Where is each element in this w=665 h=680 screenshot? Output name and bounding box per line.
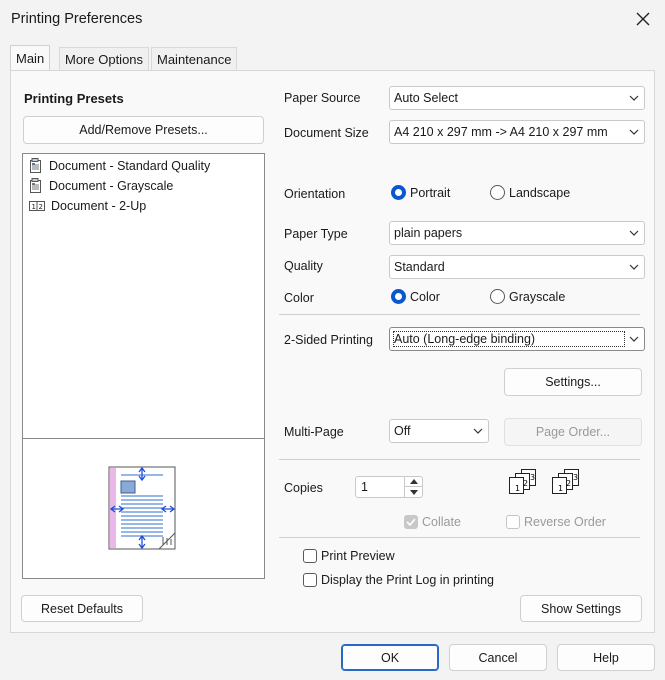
triangle-up-icon xyxy=(409,479,418,484)
list-item[interactable]: 1 2 Document - 2-Up xyxy=(29,196,264,216)
paper-type-label: Paper Type xyxy=(284,227,348,241)
show-settings-button[interactable]: Show Settings xyxy=(520,595,642,622)
close-icon xyxy=(636,12,650,26)
print-preview-checkbox[interactable]: Print Preview xyxy=(303,549,395,563)
copies-down-button[interactable] xyxy=(404,487,422,497)
svg-text:1: 1 xyxy=(558,484,563,493)
reset-defaults-button[interactable]: Reset Defaults xyxy=(21,595,143,622)
print-log-checkbox[interactable]: Display the Print Log in printing xyxy=(303,573,494,587)
copies-value: 1 xyxy=(361,480,368,494)
quality-select[interactable]: Standard xyxy=(389,255,645,279)
page-order-button[interactable]: Page Order... xyxy=(504,418,642,446)
svg-text:3: 3 xyxy=(530,473,535,482)
paper-source-select[interactable]: Auto Select xyxy=(389,86,645,110)
svg-text:2: 2 xyxy=(523,479,528,488)
copies-label: Copies xyxy=(284,481,323,495)
chevron-down-icon xyxy=(629,95,639,101)
page-preview xyxy=(22,438,265,579)
ok-button[interactable]: OK xyxy=(341,644,439,671)
collate-order-icon: 3 2 1 xyxy=(552,469,579,494)
svg-text:1: 1 xyxy=(515,484,520,493)
two-sided-select[interactable]: Auto (Long-edge binding) xyxy=(389,327,645,351)
color-label: Color xyxy=(284,291,314,305)
presets-heading: Printing Presets xyxy=(24,91,124,106)
document-preset-icon xyxy=(30,158,41,173)
list-item[interactable]: Document - Grayscale xyxy=(29,176,264,196)
chevron-down-icon xyxy=(629,336,639,342)
divider xyxy=(279,314,640,315)
paper-source-label: Paper Source xyxy=(284,91,361,105)
add-remove-presets-button[interactable]: Add/Remove Presets... xyxy=(23,116,264,144)
cancel-button[interactable]: Cancel xyxy=(449,644,547,671)
page-layout-preview-icon xyxy=(108,466,176,550)
svg-text:1: 1 xyxy=(32,203,36,211)
help-button[interactable]: Help xyxy=(557,644,655,671)
svg-text:2: 2 xyxy=(566,479,571,488)
two-sided-label: 2-Sided Printing xyxy=(284,333,373,347)
orientation-label: Orientation xyxy=(284,187,346,201)
tab-main[interactable]: Main xyxy=(10,45,51,71)
window-title: Printing Preferences xyxy=(11,11,143,27)
presets-list[interactable]: Document - Standard Quality Document - G… xyxy=(22,153,265,439)
portrait-radio[interactable]: Portrait xyxy=(391,185,450,200)
triangle-down-icon xyxy=(409,489,418,495)
multi-page-select[interactable]: Off xyxy=(389,419,489,443)
chevron-down-icon xyxy=(629,230,639,236)
svg-text:2: 2 xyxy=(39,203,43,211)
grayscale-preset-icon xyxy=(30,178,41,193)
list-item[interactable]: Document - Standard Quality xyxy=(29,156,264,176)
divider xyxy=(279,537,640,538)
color-radio[interactable]: Color xyxy=(391,289,440,304)
copies-stepper[interactable]: 1 xyxy=(355,476,423,498)
tab-more-options[interactable]: More Options xyxy=(59,47,150,71)
close-button[interactable] xyxy=(630,6,656,32)
divider xyxy=(279,459,640,460)
quality-label: Quality xyxy=(284,259,323,273)
multi-page-label: Multi-Page xyxy=(284,425,344,439)
paper-type-select[interactable]: plain papers xyxy=(389,221,645,245)
copies-up-button[interactable] xyxy=(404,477,422,487)
tab-maintenance[interactable]: Maintenance xyxy=(151,47,238,71)
grayscale-radio[interactable]: Grayscale xyxy=(490,289,565,304)
collate-checkbox[interactable]: Collate xyxy=(404,515,461,529)
chevron-down-icon xyxy=(629,129,639,135)
two-sided-settings-button[interactable]: Settings... xyxy=(504,368,642,396)
two-up-preset-icon: 1 2 xyxy=(29,201,45,211)
collate-order-icon: 3 2 1 xyxy=(509,469,536,494)
landscape-radio[interactable]: Landscape xyxy=(490,185,570,200)
chevron-down-icon xyxy=(473,428,483,434)
document-size-select[interactable]: A4 210 x 297 mm -> A4 210 x 297 mm xyxy=(389,120,645,144)
chevron-down-icon xyxy=(629,264,639,270)
reverse-order-checkbox[interactable]: Reverse Order xyxy=(506,515,606,529)
checkmark-icon xyxy=(406,518,416,526)
svg-text:3: 3 xyxy=(573,473,578,482)
document-size-label: Document Size xyxy=(284,126,369,140)
